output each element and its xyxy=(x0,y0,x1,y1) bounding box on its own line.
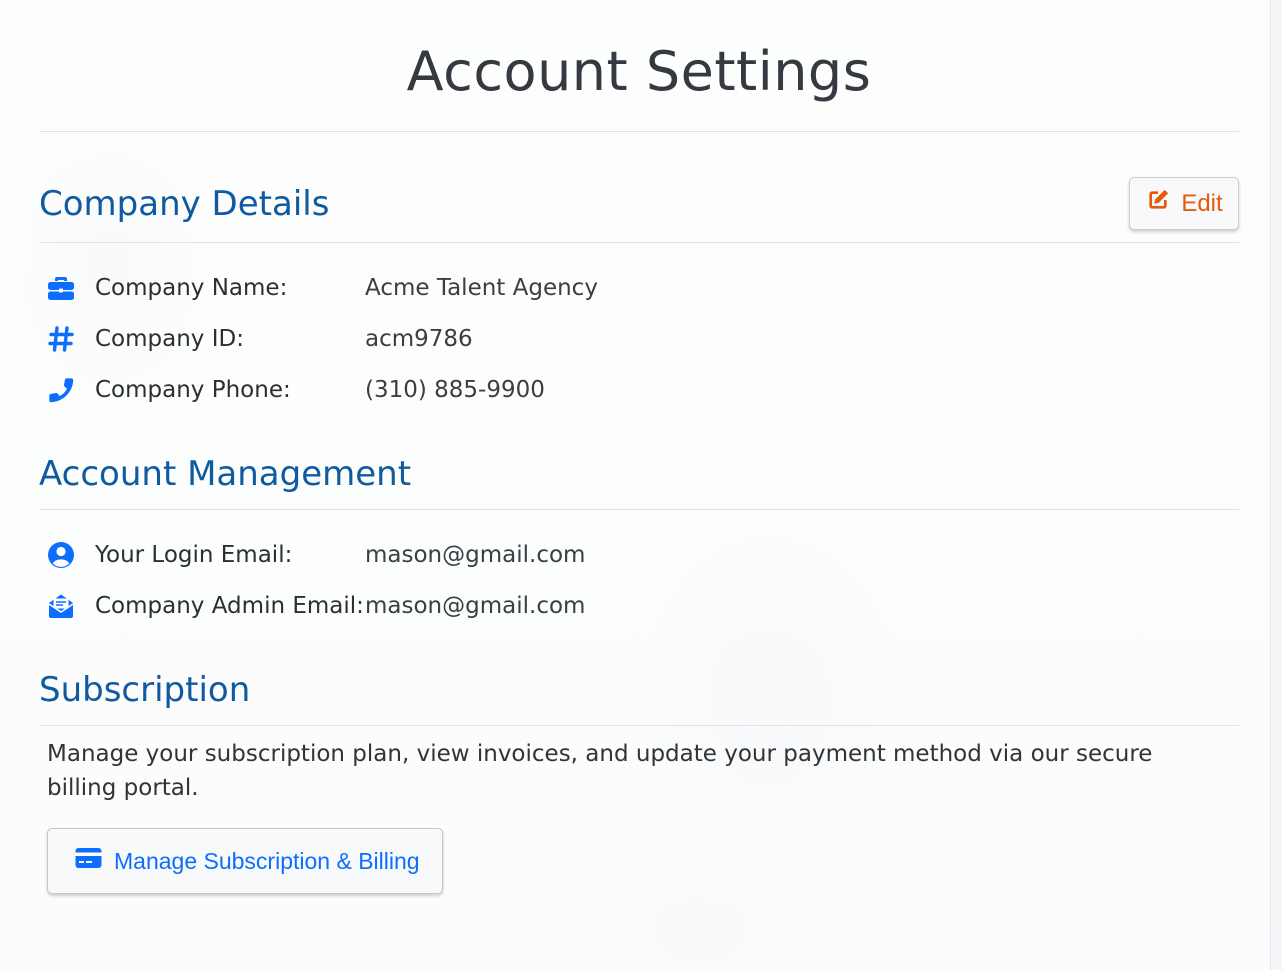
account-management-heading: Account Management xyxy=(39,454,412,494)
company-id-row: Company ID: acm9786 xyxy=(46,322,473,356)
company-name-value: Acme Talent Agency xyxy=(365,275,598,301)
admin-email-value: mason@gmail.com xyxy=(365,593,586,619)
company-id-value: acm9786 xyxy=(365,326,473,352)
company-name-label: Company Name: xyxy=(95,275,288,301)
company-phone-label: Company Phone: xyxy=(95,377,291,403)
account-management-divider xyxy=(39,509,1239,510)
company-phone-row: Company Phone: (310) 885-9900 xyxy=(46,373,545,407)
credit-card-icon xyxy=(75,847,102,875)
subscription-divider xyxy=(39,725,1239,726)
user-circle-icon xyxy=(46,540,76,570)
phone-icon xyxy=(46,375,76,405)
admin-email-row: Company Admin Email: mason@gmail.com xyxy=(46,589,585,623)
window-edge xyxy=(1270,0,1282,970)
company-details-heading: Company Details xyxy=(39,184,330,224)
hashtag-icon xyxy=(46,324,76,354)
title-divider xyxy=(39,131,1239,132)
envelope-open-icon xyxy=(46,591,76,621)
manage-subscription-button[interactable]: Manage Subscription & Billing xyxy=(47,828,443,894)
login-email-row: Your Login Email: mason@gmail.com xyxy=(46,538,585,572)
page-title: Account Settings xyxy=(406,40,872,103)
subscription-heading: Subscription xyxy=(39,670,251,710)
company-details-divider xyxy=(39,242,1239,243)
company-id-label: Company ID: xyxy=(95,326,244,352)
subscription-description: Manage your subscription plan, view invo… xyxy=(47,741,1153,801)
manage-subscription-label: Manage Subscription & Billing xyxy=(114,847,420,874)
edit-button[interactable]: Edit xyxy=(1129,177,1239,230)
edit-button-label: Edit xyxy=(1181,189,1223,217)
edit-icon xyxy=(1145,187,1171,220)
company-name-row: Company Name: Acme Talent Agency xyxy=(46,271,598,305)
login-email-value: mason@gmail.com xyxy=(365,542,586,568)
company-phone-value: (310) 885-9900 xyxy=(365,377,545,403)
admin-email-label: Company Admin Email: xyxy=(95,593,364,619)
briefcase-icon xyxy=(46,273,76,303)
login-email-label: Your Login Email: xyxy=(95,542,293,568)
